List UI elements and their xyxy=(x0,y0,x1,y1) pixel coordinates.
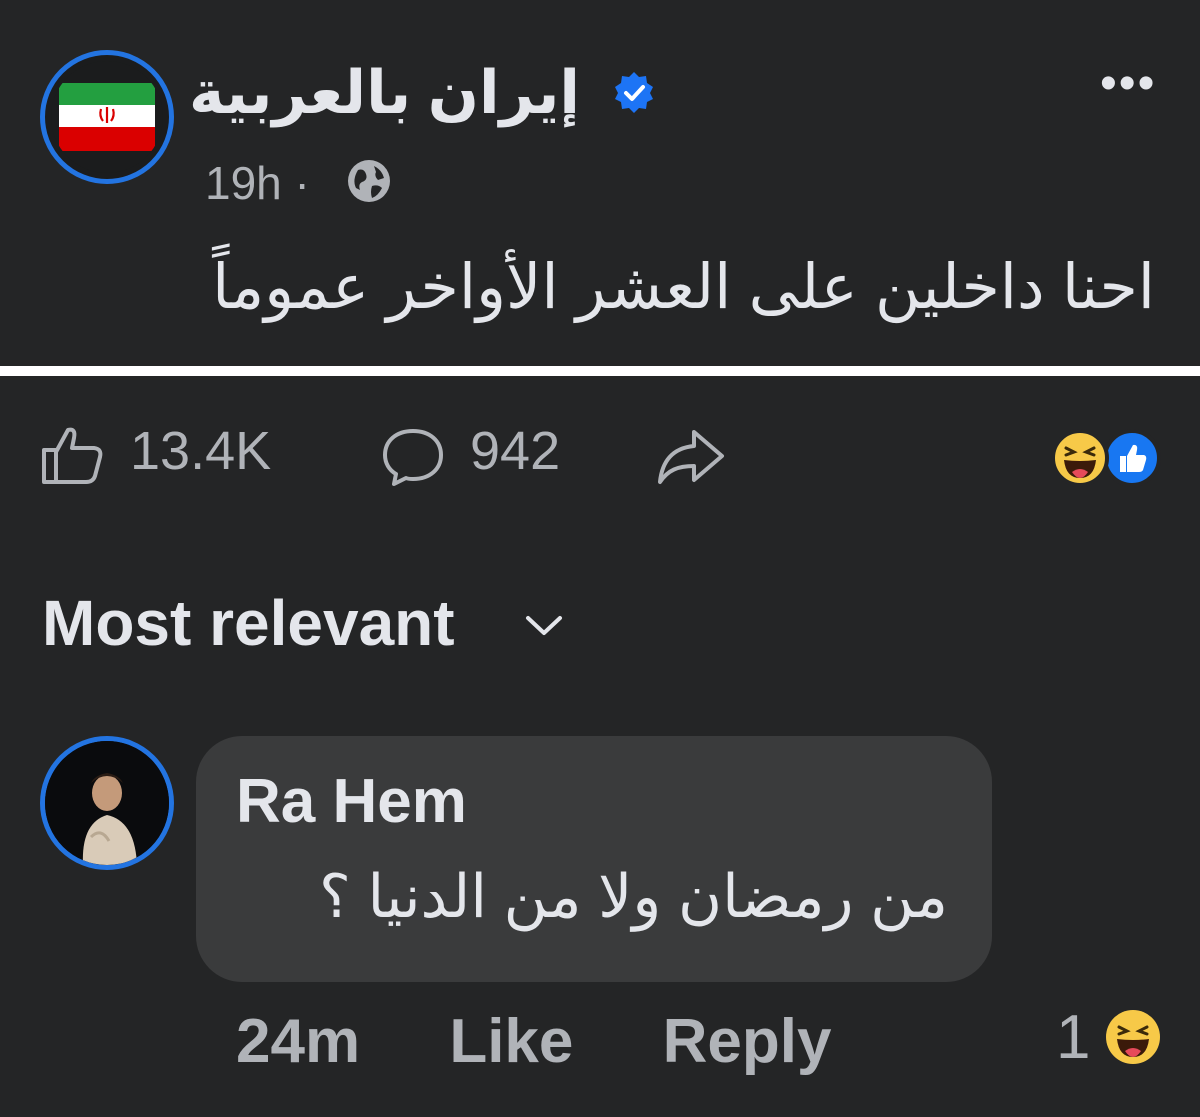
verified-badge-icon xyxy=(615,72,653,113)
like-reaction-icon xyxy=(1103,429,1161,487)
more-options-button[interactable]: ••• xyxy=(1100,56,1156,111)
post-text: احنا داخلين على العشر الأواخر عموماً xyxy=(212,253,1155,322)
comment-text: من رمضان ولا من الدنيا ؟ xyxy=(318,863,948,930)
commenter-avatar[interactable] xyxy=(40,736,174,870)
globe-icon xyxy=(348,160,390,202)
comment-reaction-count[interactable]: 1 xyxy=(1056,1002,1090,1073)
post-stats-bar: 13.4K 942 xyxy=(0,376,1200,536)
comment-reply-button[interactable]: Reply xyxy=(663,1007,832,1076)
chevron-down-icon[interactable] xyxy=(524,614,564,638)
comment-icon[interactable] xyxy=(380,426,446,488)
reactions-summary[interactable] xyxy=(1050,428,1164,488)
section-divider xyxy=(0,366,1200,376)
comment-bubble: Ra Hem من رمضان ولا من الدنيا ؟ xyxy=(196,736,992,982)
comment-actions: 24m Like Reply xyxy=(236,1006,903,1077)
haha-reaction-icon xyxy=(1051,429,1109,487)
page-name[interactable]: إيران بالعربية xyxy=(189,58,580,128)
meta-separator: · xyxy=(294,157,310,209)
like-icon[interactable] xyxy=(40,424,106,486)
comment-sort-dropdown[interactable]: Most relevant xyxy=(42,586,455,660)
like-count[interactable]: 13.4K xyxy=(130,420,271,482)
comment-author[interactable]: Ra Hem xyxy=(236,766,467,837)
page-avatar[interactable] xyxy=(40,50,174,184)
post-card: إيران بالعربية 19h · ••• احنا داخلين على… xyxy=(0,0,1200,366)
haha-reaction-icon[interactable] xyxy=(1104,1008,1162,1066)
comment-time[interactable]: 24m xyxy=(236,1007,360,1076)
person-photo-icon xyxy=(45,741,169,865)
post-meta: 19h · xyxy=(205,156,310,210)
post-lower-section: 13.4K 942 Most relevant Ra Hem من رمضان … xyxy=(0,376,1200,1117)
comment-count[interactable]: 942 xyxy=(470,420,560,482)
share-icon[interactable] xyxy=(656,428,726,486)
post-time[interactable]: 19h xyxy=(205,157,282,209)
comment-like-button[interactable]: Like xyxy=(449,1007,573,1076)
iran-flag-icon xyxy=(51,61,163,173)
